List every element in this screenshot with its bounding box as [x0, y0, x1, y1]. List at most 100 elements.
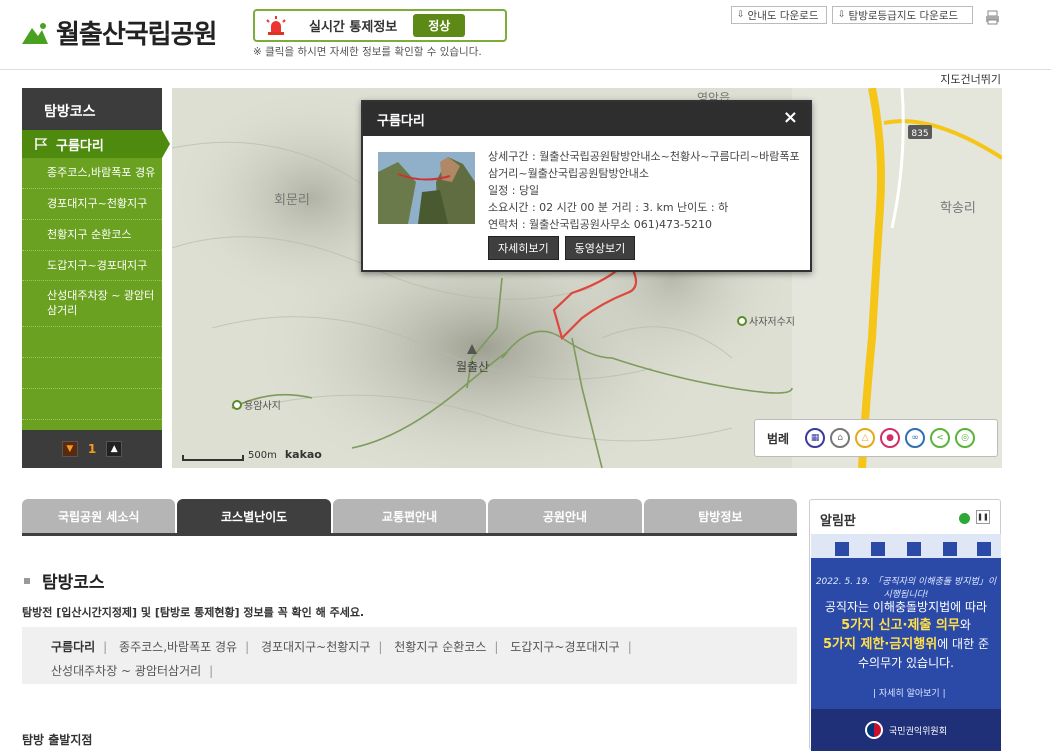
skip-map-link[interactable]: 지도건너뛰기	[940, 71, 1001, 87]
download-icon: ⇩	[737, 10, 745, 20]
realtime-control-box[interactable]: 실시간 통제정보 정상	[253, 9, 507, 42]
scale-bar	[182, 455, 244, 461]
section-title-text: 탐방코스	[42, 573, 105, 593]
popup-info: 상세구간 : 월출산국립공원탐방안내소~천황사~구름다리~바람폭포 삼거리~월출…	[488, 148, 803, 233]
sidebar-active-label: 구름다리	[56, 138, 104, 154]
page-number: 1	[87, 442, 97, 456]
banner-text: 공직자는 이해충돌방지법에 따라 5가지 신고·제출 의무와 5가지 제한·금지…	[819, 598, 993, 672]
section-title: 탐방코스	[24, 568, 105, 593]
pause-icon[interactable]: ❚❚	[976, 510, 990, 524]
control-label: 실시간 통제정보	[309, 20, 398, 35]
banner-highlight-1: 5가지 신고·제출 의무	[841, 618, 960, 633]
sidebar-item[interactable]: 경포대지구~천황지구	[22, 189, 162, 220]
banner-footer: 국민권익위원회	[811, 709, 1001, 751]
course-photo	[378, 152, 475, 224]
course-sidebar: 탐방코스 구름다리 종주코스,바람폭포 경유 경포대지구~천황지구 천황지구 순…	[22, 88, 170, 468]
control-status-badge: 정상	[413, 14, 466, 37]
course-link[interactable]: 종주코스,바람폭포 경유	[119, 640, 237, 654]
popup-schedule: 일정 : 당일	[488, 184, 540, 197]
site-logo[interactable]: 월출산국립공원	[22, 14, 217, 51]
course-link[interactable]: 산성대주차장 ~ 광암터삼거리	[51, 664, 201, 678]
play-indicator-icon[interactable]	[959, 513, 970, 524]
notice-text: 탐방전 [입산시간지정제] 및 [탐방로 통제현황] 정보를 꼭 확인 해 주세…	[22, 606, 365, 619]
siren-icon	[266, 15, 286, 35]
share-icon[interactable]: <	[930, 428, 951, 448]
popup-detail: 상세구간 : 월출산국립공원탐방안내소~천황사~구름다리~바람폭포 삼거리~월출…	[488, 148, 803, 182]
sidebar-item[interactable]: 산성대주차장 ~ 광암터삼거리	[22, 281, 162, 328]
detail-label: 상세구간 :	[488, 150, 536, 163]
banner-more-link[interactable]: | 자세히 알아보기 |	[873, 686, 946, 699]
water-icon[interactable]: ◎	[955, 428, 976, 448]
popup-title: 구름다리	[377, 114, 425, 129]
board-title: 알림판	[820, 514, 856, 529]
banner-date: 2022. 5. 19. 「공직자의 이해충돌 방지법」이 시행됩니다!	[815, 577, 997, 600]
map-legend: 범례 ▦ ⌂ △ ● ∞ < ◎	[754, 419, 998, 457]
toilet-icon[interactable]: ▦	[805, 428, 826, 448]
map-label-village: 회문리	[274, 193, 310, 208]
guide-download-button[interactable]: ⇩ 안내도 다운로드	[731, 6, 827, 24]
detail-view-button[interactable]: 자세히보기	[488, 236, 559, 260]
camp-icon[interactable]: △	[855, 428, 876, 448]
info-tabs: 국립공원 세소식 코스별난이도 교통편안내 공원안내 탐방정보	[22, 499, 798, 534]
tab-transport[interactable]: 교통편안내	[332, 499, 487, 534]
sidebar-empty-row	[22, 327, 162, 359]
video-view-button[interactable]: 동영상보기	[564, 236, 636, 260]
course-link[interactable]: 도갑지구~경포대지구	[510, 640, 619, 654]
popup-contact: 연락처 : 월출산국립공원사무소 061)473-5210	[488, 218, 713, 231]
sidebar-item[interactable]: 도갑지구~경포대지구	[22, 251, 162, 282]
map-label-temple: 용암사지	[244, 400, 281, 412]
course-popup: 구름다리 × 상세구간 : 월출산국립공원탐방안내소~천황사~구름다리~바람폭포…	[361, 100, 812, 272]
trail-map-download-button[interactable]: ⇩ 탐방로등급지도 다운로드	[832, 6, 973, 24]
sidebar-empty-row	[22, 358, 162, 390]
sidebar-item-active[interactable]: 구름다리	[22, 130, 170, 158]
separator: |	[209, 664, 214, 678]
course-link[interactable]: 경포대지구~천황지구	[261, 640, 370, 654]
popup-duration: 소요시간 : 02 시간 00 분 거리 : 3. km 난이도 : 하	[488, 201, 729, 214]
tab-difficulty[interactable]: 코스별난이도	[177, 499, 331, 534]
flag-icon	[35, 138, 48, 150]
sidebar-empty-row	[22, 389, 162, 421]
notice-board: 알림판 ❚❚ 2022. 5. 19. 「공직자의 이해충돌 방지법」이 시행됩…	[809, 499, 1001, 751]
tab-park-info[interactable]: 공원안내	[488, 499, 642, 534]
tab-visit-info[interactable]: 탐방정보	[643, 499, 798, 534]
sidebar-title: 탐방코스	[22, 88, 162, 130]
sidebar-item[interactable]: 천황지구 순환코스	[22, 220, 162, 251]
shelter-icon[interactable]: ⌂	[830, 428, 851, 448]
print-icon[interactable]	[985, 10, 1000, 25]
map-label-village: 학송리	[940, 201, 976, 216]
site-title: 월출산국립공원	[56, 20, 217, 50]
chevron-up-icon[interactable]: ▲	[106, 441, 123, 457]
course-link-active[interactable]: 구름다리	[51, 640, 95, 654]
banner-org: 국민권익위원회	[889, 726, 947, 737]
popup-buttons: 자세히보기 동영상보기	[488, 236, 636, 260]
separator: |	[245, 640, 250, 654]
separator: |	[378, 640, 383, 654]
mountain-logo-icon	[22, 22, 48, 44]
scale-text: 500m	[248, 450, 277, 461]
download-icon: ⇩	[838, 10, 846, 20]
trail-map-download-label: 탐방로등급지도 다운로드	[848, 9, 959, 22]
header: 월출산국립공원 실시간 통제정보 정상 ※ 클릭을 하시면 자세한 정보를 확인…	[0, 0, 1051, 70]
separator: |	[627, 640, 632, 654]
road-number-label: 835	[911, 129, 928, 139]
tab-news[interactable]: 국립공원 세소식	[22, 499, 176, 534]
banner-text-1: 공직자는 이해충돌방지법에 따라	[824, 600, 988, 614]
map-provider-logo: kakao	[284, 448, 322, 461]
parking-icon[interactable]: ∞	[905, 428, 926, 448]
course-link[interactable]: 천황지구 순환코스	[394, 640, 486, 654]
legend-title: 범례	[767, 431, 790, 446]
guide-download-label: 안내도 다운로드	[747, 9, 819, 22]
chevron-down-icon[interactable]: ▼	[61, 441, 78, 457]
taegeuk-logo-icon	[865, 721, 884, 739]
separator: |	[103, 640, 108, 654]
banner-text-2: 와	[959, 618, 971, 632]
board-header: 알림판 ❚❚	[810, 500, 1000, 534]
banner-decoration	[811, 534, 1001, 558]
sidebar-pager: ▼ 1 ▲	[22, 430, 162, 468]
tab-underline	[22, 533, 797, 536]
map-scale: 500m kakao	[182, 448, 322, 461]
board-banner[interactable]: 2022. 5. 19. 「공직자의 이해충돌 방지법」이 시행됩니다! 공직자…	[811, 534, 1001, 751]
ranger-icon[interactable]: ●	[880, 428, 901, 448]
sidebar-item[interactable]: 종주코스,바람폭포 경유	[22, 158, 162, 189]
close-icon[interactable]: ×	[783, 107, 798, 128]
